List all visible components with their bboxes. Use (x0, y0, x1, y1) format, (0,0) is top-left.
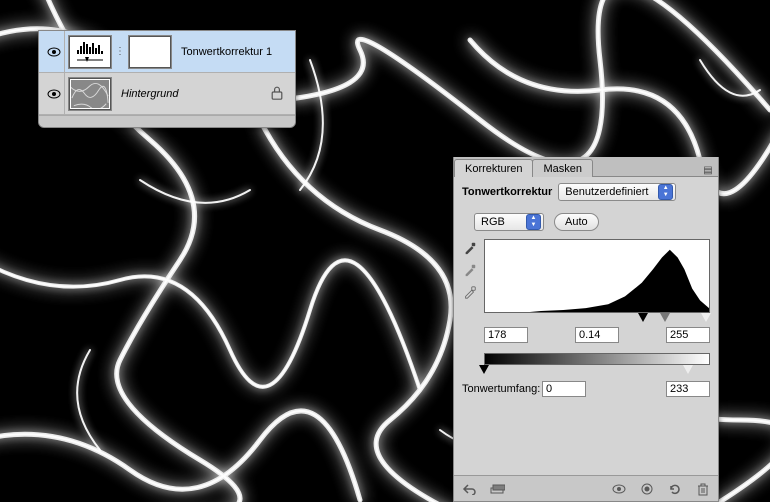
reset-icon[interactable] (666, 481, 684, 497)
output-white-field[interactable] (666, 381, 710, 397)
layer-row-background[interactable]: Hintergrund (39, 73, 295, 115)
input-white-field[interactable] (666, 327, 710, 343)
channel-value: RGB (481, 216, 505, 228)
input-gamma-field[interactable] (575, 327, 619, 343)
output-black-slider[interactable] (479, 365, 489, 374)
white-point-slider[interactable] (701, 313, 711, 322)
eyedropper-white-icon[interactable] (462, 285, 478, 299)
layer-name[interactable]: Hintergrund (121, 88, 271, 100)
output-white-slider[interactable] (683, 365, 693, 374)
output-black-field[interactable] (542, 381, 586, 397)
black-point-slider[interactable] (638, 313, 648, 322)
histogram[interactable] (484, 239, 710, 313)
clip-layer-icon[interactable] (638, 481, 656, 497)
gamma-slider[interactable] (660, 313, 670, 322)
panel-tabs: Korrekturen Masken ▤ (454, 157, 718, 177)
eyedropper-black-icon[interactable] (462, 241, 478, 255)
eye-icon (47, 89, 61, 99)
visibility-toggle[interactable] (43, 31, 65, 72)
input-black-field[interactable] (484, 327, 528, 343)
link-icon[interactable]: ⋮ (115, 46, 125, 57)
output-label: Tonwertumfang: (462, 383, 542, 395)
layers-footer (39, 115, 295, 127)
layer-thumb[interactable] (69, 78, 111, 110)
output-gradient[interactable] (484, 353, 710, 365)
eyedropper-gray-icon[interactable] (462, 263, 478, 277)
tab-masken[interactable]: Masken (532, 159, 593, 177)
panel-footer (454, 475, 718, 501)
layer-name[interactable]: Tonwertkorrektur 1 (181, 46, 291, 58)
layers-panel: ⋮ Tonwertkorrektur 1 Hintergrund (38, 30, 296, 128)
tab-korrekturen[interactable]: Korrekturen (454, 159, 533, 177)
panel-menu-icon[interactable]: ▤ (698, 165, 718, 176)
auto-button[interactable]: Auto (554, 213, 599, 231)
eye-icon (47, 47, 61, 57)
preset-dropdown[interactable]: Benutzerdefiniert ▲▼ (558, 183, 676, 201)
trash-icon[interactable] (694, 481, 712, 497)
visibility-toggle[interactable] (43, 73, 65, 114)
back-icon[interactable] (460, 481, 478, 497)
preset-value: Benutzerdefiniert (565, 186, 648, 198)
adjustments-panel: Korrekturen Masken ▤ Tonwertkorrektur Be… (453, 157, 719, 502)
dropdown-stepper-icon: ▲▼ (658, 184, 673, 200)
channel-dropdown[interactable]: RGB ▲▼ (474, 213, 544, 231)
layer-row-adjustment[interactable]: ⋮ Tonwertkorrektur 1 (39, 31, 295, 73)
adjustment-title: Tonwertkorrektur (462, 186, 552, 198)
input-sliders[interactable] (484, 313, 710, 325)
layer-vis-icon[interactable] (488, 481, 506, 497)
output-sliders[interactable] (484, 365, 710, 377)
lock-icon (271, 86, 283, 100)
view-prev-icon[interactable] (610, 481, 628, 497)
mask-thumb[interactable] (129, 36, 171, 68)
adjustment-thumb[interactable] (69, 36, 111, 68)
dropdown-stepper-icon: ▲▼ (526, 214, 541, 230)
